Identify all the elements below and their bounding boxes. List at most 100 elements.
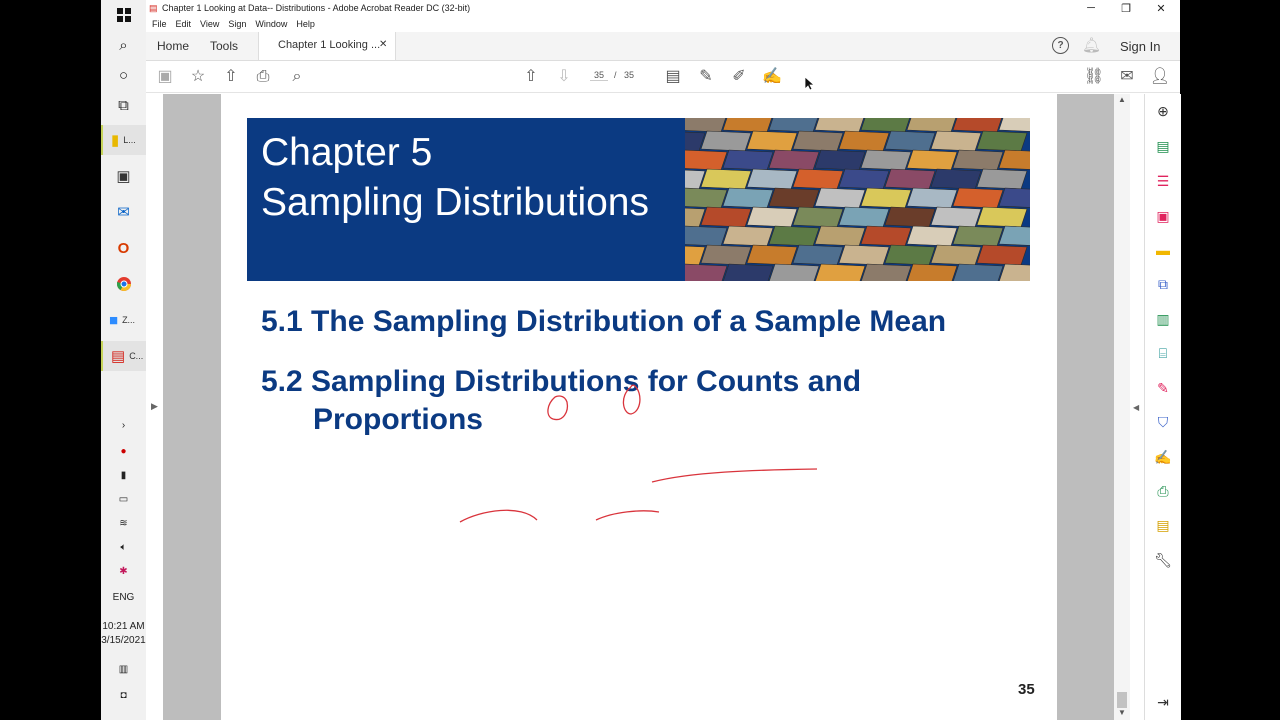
mouse-cursor-icon (805, 77, 815, 91)
find-zoom-icon[interactable]: ⌕ (286, 66, 308, 88)
print-production-icon[interactable]: ⎙ (1153, 481, 1173, 501)
ink-curve-2 (595, 510, 660, 521)
tab-document[interactable]: Chapter 1 Looking ... ✕ (258, 32, 396, 60)
title-bar: ▤ Chapter 1 Looking at Data-- Distributi… (146, 0, 1180, 32)
sign-stamp-icon[interactable]: ✍ (761, 66, 783, 88)
clock-date[interactable]: 3/15/2021 (101, 635, 146, 646)
page-separator: / (614, 70, 617, 80)
volume-icon[interactable]: 🔈︎ (101, 542, 146, 553)
help-icon[interactable]: ? (1052, 37, 1069, 54)
restore-button[interactable]: ❐ (1111, 2, 1141, 15)
ink-circle-2 (622, 384, 641, 415)
scroll-down-icon[interactable]: ▼ (1118, 708, 1126, 717)
tab-bar: Home Tools Chapter 1 Looking ... ✕ ? 🔔︎ … (146, 32, 1180, 61)
menu-sign[interactable]: Sign (228, 19, 246, 29)
email-icon[interactable]: ✉ (1116, 66, 1138, 88)
store-icon[interactable]: ▣ (101, 161, 146, 191)
ink-line-1 (651, 468, 818, 483)
previous-page-icon[interactable]: ⇧ (520, 66, 542, 88)
page-number-input[interactable]: 35 (590, 70, 608, 81)
collapse-pane-icon[interactable]: ⇥ (1153, 692, 1173, 712)
wifi-icon[interactable]: ≋ (101, 518, 146, 529)
slide-page-number: 35 (1018, 681, 1035, 698)
ink-circle-1 (547, 395, 569, 421)
bookmark-star-icon[interactable]: ☆ (187, 66, 209, 88)
comment-tool-icon[interactable]: ▬ (1153, 240, 1173, 260)
microphone-icon[interactable]: ▮ (101, 470, 146, 481)
close-window-button[interactable]: ✕ (1146, 2, 1176, 15)
language-indicator[interactable]: ENG (101, 592, 146, 603)
menu-view[interactable]: View (200, 19, 219, 29)
close-tab-icon[interactable]: ✕ (379, 39, 387, 50)
show-hidden-icons-chevron-icon[interactable]: › (101, 420, 146, 431)
battery-icon[interactable]: ▭ (101, 494, 146, 505)
windows-taskbar: ⌕ ○ ⧉ ▮ L... ▣ ✉ O ■ Z... ▤ C... › ● ▮ ▭ ≋ … (101, 0, 147, 720)
pdf-page: Chapter 5 Sampling Distributions 5.1 The… (221, 94, 1057, 720)
fill-sign-icon[interactable]: ✎ (1153, 378, 1173, 398)
next-page-icon[interactable]: ⇩ (553, 66, 575, 88)
tab-home[interactable]: Home (157, 39, 189, 53)
add-user-icon[interactable]: 👤︎ (1149, 66, 1171, 88)
acrobat-window: ▤ Chapter 1 Looking at Data-- Distributi… (146, 0, 1181, 720)
link-icon[interactable]: ⛓ (1083, 66, 1105, 88)
ink-curve-1 (459, 509, 538, 523)
taskbar-app-acrobat[interactable]: ▤ C... (101, 341, 146, 371)
menu-window[interactable]: Window (255, 19, 287, 29)
upload-cloud-icon[interactable]: ⇧ (220, 66, 242, 88)
print-icon[interactable]: ⎙ (252, 66, 274, 88)
taskbar-app-zoom[interactable]: ■ Z... (101, 305, 146, 335)
combine-files-icon[interactable]: ⧉ (1153, 274, 1173, 294)
collapse-right-panel-icon[interactable]: ◀ (1133, 403, 1139, 412)
search-icon[interactable]: ⌕ (101, 30, 146, 60)
taskbar-app-file-explorer[interactable]: ▮ L... (101, 125, 146, 155)
notification-app-icon[interactable]: ● (101, 446, 146, 457)
vertical-scrollbar[interactable]: ▲ ▼ (1114, 94, 1130, 720)
mail-icon[interactable]: ✉ (101, 197, 146, 227)
document-area[interactable]: ▶ Chapter 5 Sampling Distributions 5.1 T… (151, 94, 1116, 720)
draw-pen-icon[interactable]: ✐ (728, 66, 750, 88)
notification-bell-icon[interactable]: 🔔︎ (1082, 36, 1101, 54)
menu-file[interactable]: File (152, 19, 167, 29)
tools-wrench-icon[interactable]: 🔧︎ (1153, 550, 1173, 570)
show-desktop-icon[interactable]: ◘ (101, 690, 146, 701)
menu-bar: File Edit View Sign Window Help (152, 19, 315, 29)
page-total: 35 (624, 70, 635, 80)
acrobat-app-icon: ▤ (149, 3, 158, 13)
more-tools-doc-icon[interactable]: ▤ (1153, 515, 1173, 535)
window-title: Chapter 1 Looking at Data-- Distribution… (162, 3, 471, 13)
sign-in-button[interactable]: Sign In (1120, 39, 1160, 54)
windows-start-icon[interactable] (101, 0, 146, 30)
highlight-pen-icon[interactable]: ✎ (695, 66, 717, 88)
organize-pages-icon[interactable]: ☰ (1153, 171, 1173, 191)
scrollbar-thumb[interactable] (1117, 692, 1127, 708)
toolbar: ▣ ☆ ⇧ ⎙ ⌕ ⇧ ⇩ 35 / 35 ▤ ✎ ✐ ✍ ⛓ ✉ 👤︎ (146, 61, 1180, 93)
menu-help[interactable]: Help (296, 19, 315, 29)
request-signature-icon[interactable]: ✍ (1153, 447, 1173, 467)
protect-shield-icon[interactable]: ⛉ (1153, 412, 1173, 432)
edit-pdf-icon[interactable]: ▥ (1153, 309, 1173, 329)
zoom-in-icon[interactable]: ⊕ (1153, 101, 1173, 121)
zoom-icon: ■ (109, 311, 119, 329)
office-icon[interactable]: O (101, 233, 146, 263)
task-view-icon[interactable]: ⧉ (101, 90, 146, 120)
chrome-icon[interactable] (101, 269, 146, 299)
export-pdf-icon[interactable]: ▣ (1153, 206, 1173, 226)
scan-ocr-icon[interactable]: ⌸ (1153, 343, 1173, 363)
cortana-icon[interactable]: ○ (101, 60, 146, 90)
save-icon[interactable]: ▣ (154, 66, 176, 88)
tools-pane: ⊕ ▤ ☰ ▣ ▬ ⧉ ▥ ⌸ ✎ ⛉ ✍ ⎙ ▤ 🔧︎ ⇥ (1144, 94, 1181, 720)
notification-center-icon[interactable]: ▥ (101, 664, 146, 675)
clock-time[interactable]: 10:21 AM (101, 621, 146, 632)
comment-icon[interactable]: ▤ (662, 66, 684, 88)
folder-icon: ▮ (111, 132, 120, 149)
tab-document-label: Chapter 1 Looking ... (278, 39, 381, 51)
scroll-up-icon[interactable]: ▲ (1118, 95, 1126, 104)
ink-annotations (459, 384, 818, 523)
expand-left-panel-icon[interactable]: ▶ (151, 401, 158, 412)
create-pdf-icon[interactable]: ▤ (1153, 136, 1173, 156)
tab-tools[interactable]: Tools (210, 39, 238, 53)
tray-app-icon[interactable]: ✱ (101, 566, 146, 577)
minimize-button[interactable]: ─ (1076, 2, 1106, 14)
menu-edit[interactable]: Edit (176, 19, 192, 29)
acrobat-icon: ▤ (111, 348, 126, 365)
